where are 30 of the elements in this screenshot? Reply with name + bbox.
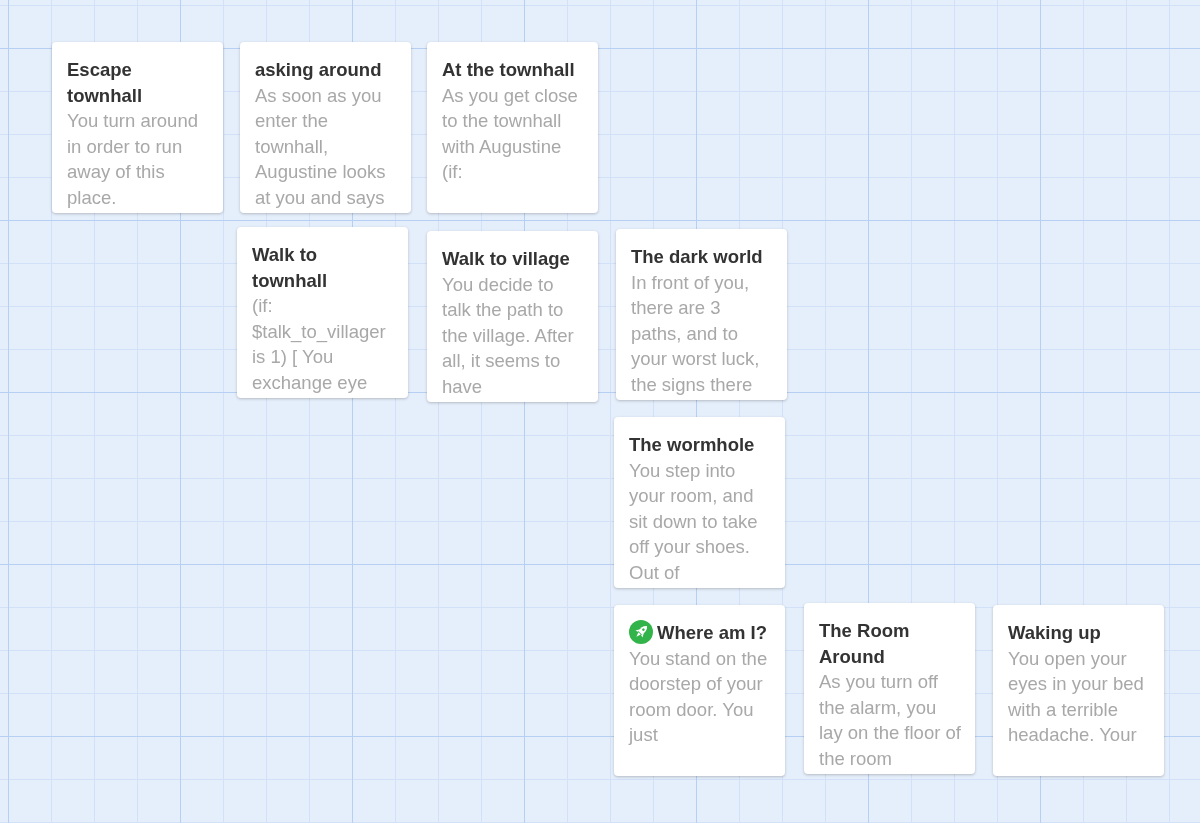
passage-title: asking around [255,59,382,80]
passage-excerpt: As you get close to the townhall with Augustine (if: [442,83,579,185]
passage-card[interactable]: Walk to village You decide to talk the path to the village. After all, it seems to have [427,231,598,402]
passage-excerpt: You open your eyes in your bed with a terrible headache. Your [1008,646,1145,748]
passage-excerpt: As soon as you enter the townhall, Augustine looks at you and says [255,83,387,210]
passage-title: Escape townhall [67,59,143,106]
passage-excerpt: As you turn off the alarm, you lay on the floor of the room [819,670,962,771]
passage-excerpt: You stand on the doorstep of your room door. You just [629,646,769,748]
passage-title: At the townhall [442,59,575,80]
passage-excerpt: You step into your room, and sit down to take off your shoes. Out of [629,458,759,585]
passage-title: The Room Around [819,620,910,667]
passage-title: The dark world [631,246,763,267]
passage-title: Walk to village [442,248,570,269]
passage-excerpt: (if: $talk_to_villager is 1) [ You exchange eye [252,294,387,395]
passage-card[interactable]: The Room Around As you turn off the alarm, you lay on the floor of the room [804,603,975,774]
passage-card[interactable]: Escape townhall You turn around in order to run away of this place. [52,42,223,213]
passage-title: Where am I? [657,622,767,643]
passage-excerpt: You decide to talk the path to the village. After all, it seems to have [442,272,575,399]
passage-card[interactable]: The dark world In front of you, there are 3 paths, and to your worst luck, the signs there [616,229,787,400]
passage-excerpt: You turn around in order to run away of this place. [67,109,199,210]
passage-card[interactable]: Where am I? You stand on the doorstep of your room door. You just [614,605,785,776]
passage-excerpt: In front of you, there are 3 paths, and to your worst luck, the signs there [631,270,761,397]
passage-card[interactable]: asking around As soon as you enter the townhall, Augustine looks at you and says [240,42,411,213]
passage-title: The wormhole [629,434,755,455]
passage-title: Waking up [1008,622,1101,643]
passage-card[interactable]: At the townhall As you get close to the townhall with Augustine (if: [427,42,598,213]
passage-card[interactable]: Walk to townhall (if: $talk_to_villager is 1) [ You exchange eye [237,227,408,398]
passage-title: Walk to townhall [252,244,328,291]
passage-card[interactable]: The wormhole You step into your room, and sit down to take off your shoes. Out of [614,417,785,588]
passage-card[interactable]: Waking up You open your eyes in your bed with a terrible headache. Your [993,605,1164,776]
